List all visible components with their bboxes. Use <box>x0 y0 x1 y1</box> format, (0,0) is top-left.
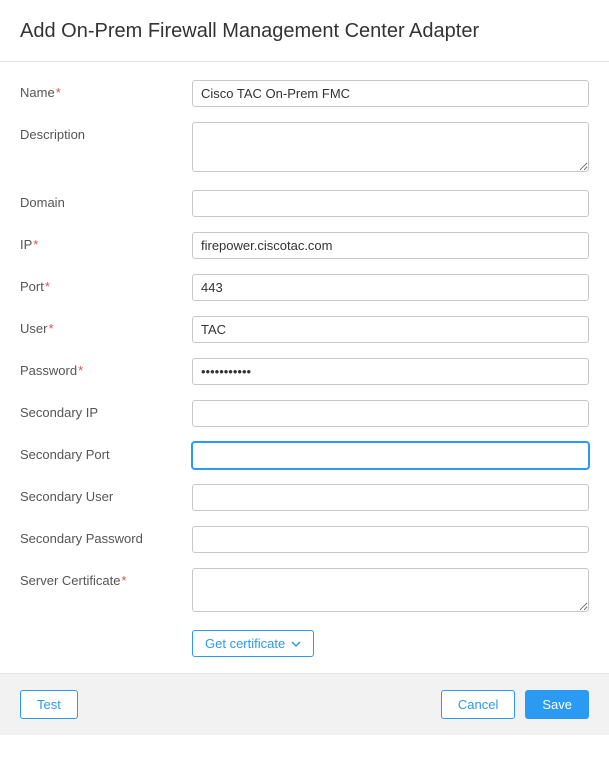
secondary-port-label: Secondary Port <box>20 442 192 462</box>
secondary-user-input[interactable] <box>192 484 589 511</box>
get-certificate-row: Get certificate <box>20 630 589 657</box>
server-certificate-input[interactable] <box>192 568 589 612</box>
field-row-server-certificate: Server Certificate* <box>20 568 589 615</box>
field-row-secondary-user: Secondary User <box>20 484 589 511</box>
field-row-name: Name* <box>20 80 589 107</box>
required-indicator: * <box>45 279 50 294</box>
secondary-password-input[interactable] <box>192 526 589 553</box>
field-row-user: User* <box>20 316 589 343</box>
user-label: User* <box>20 316 192 336</box>
chevron-down-icon <box>291 639 301 649</box>
required-indicator: * <box>121 573 126 588</box>
name-input[interactable] <box>192 80 589 107</box>
secondary-ip-label: Secondary IP <box>20 400 192 420</box>
port-label: Port* <box>20 274 192 294</box>
field-row-description: Description <box>20 122 589 175</box>
dialog-footer: Test Cancel Save <box>0 673 609 735</box>
required-indicator: * <box>48 321 53 336</box>
secondary-password-label: Secondary Password <box>20 526 192 546</box>
cancel-button[interactable]: Cancel <box>441 690 515 719</box>
secondary-port-input[interactable] <box>192 442 589 469</box>
ip-input[interactable] <box>192 232 589 259</box>
field-row-port: Port* <box>20 274 589 301</box>
user-input[interactable] <box>192 316 589 343</box>
dialog-title: Add On-Prem Firewall Management Center A… <box>20 20 589 43</box>
save-button[interactable]: Save <box>525 690 589 719</box>
field-row-domain: Domain <box>20 190 589 217</box>
password-label: Password* <box>20 358 192 378</box>
domain-input[interactable] <box>192 190 589 217</box>
server-certificate-label: Server Certificate* <box>20 568 192 588</box>
dialog-header: Add On-Prem Firewall Management Center A… <box>0 0 609 62</box>
domain-label: Domain <box>20 190 192 210</box>
ip-label: IP* <box>20 232 192 252</box>
field-row-ip: IP* <box>20 232 589 259</box>
required-indicator: * <box>56 85 61 100</box>
description-input[interactable] <box>192 122 589 172</box>
name-label: Name* <box>20 80 192 100</box>
form-body: Name* Description Domain IP* Port* User*… <box>0 62 609 673</box>
password-input[interactable] <box>192 358 589 385</box>
field-row-secondary-password: Secondary Password <box>20 526 589 553</box>
secondary-ip-input[interactable] <box>192 400 589 427</box>
secondary-user-label: Secondary User <box>20 484 192 504</box>
get-certificate-button[interactable]: Get certificate <box>192 630 314 657</box>
field-row-secondary-port: Secondary Port <box>20 442 589 469</box>
description-label: Description <box>20 122 192 142</box>
port-input[interactable] <box>192 274 589 301</box>
test-button[interactable]: Test <box>20 690 78 719</box>
field-row-secondary-ip: Secondary IP <box>20 400 589 427</box>
required-indicator: * <box>33 237 38 252</box>
field-row-password: Password* <box>20 358 589 385</box>
required-indicator: * <box>78 363 83 378</box>
